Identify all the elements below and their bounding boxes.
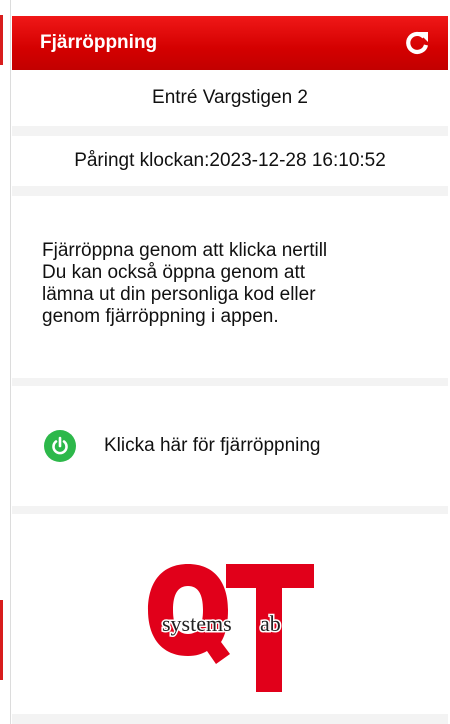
qt-systems-logo: systems ab (136, 558, 336, 698)
power-icon[interactable] (44, 430, 76, 462)
logo-card: systems ab (12, 514, 448, 714)
edge-accent-bottom (0, 600, 3, 680)
info-line: lämna ut din personliga kod eller (42, 284, 316, 305)
remote-open-label[interactable]: Klicka här för fjärröppning (104, 435, 321, 457)
info-text-card: Fjärröppna genom att klicka nertill Du k… (12, 196, 448, 378)
info-line: Fjärröppna genom att klicka nertill (42, 240, 328, 261)
window-edge (0, 0, 11, 724)
svg-text:systems: systems (162, 611, 232, 636)
remote-open-button[interactable]: Klicka här för fjärröppning (12, 386, 448, 506)
called-label: Påringt klockan: (74, 150, 210, 171)
svg-text:ab: ab (260, 611, 281, 636)
called-time-row: Påringt klockan: 2023-12-28 16:10:52 (12, 136, 448, 186)
entrance-name: Entré Vargstigen 2 (12, 70, 448, 126)
remote-open-panel: Fjärröppning Entré Vargstigen 2 Påringt … (12, 16, 448, 724)
edge-accent-top (0, 15, 3, 65)
info-line: Du kan också öppna genom att (42, 262, 306, 283)
header-bar: Fjärröppning (12, 16, 448, 70)
page-title: Fjärröppning (40, 32, 158, 53)
refresh-icon[interactable] (402, 28, 432, 58)
info-line: genom fjärröppning i appen. (42, 306, 279, 327)
called-datetime: 2023-12-28 16:10:52 (209, 150, 386, 171)
entrance-label: Entré Vargstigen 2 (152, 87, 308, 108)
